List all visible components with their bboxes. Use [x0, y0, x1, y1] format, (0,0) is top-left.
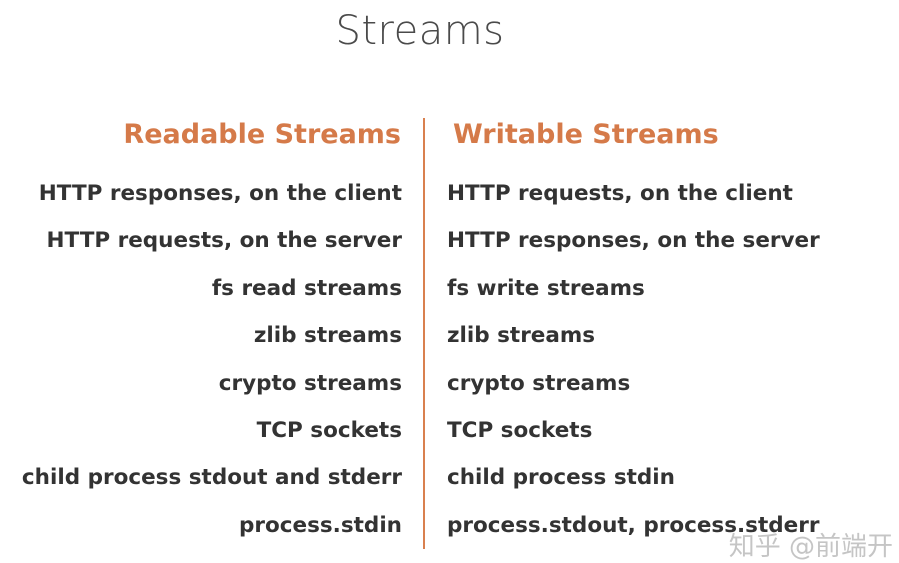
list-item: process.stdin	[239, 512, 402, 538]
writable-streams-heading: Writable Streams	[453, 119, 719, 150]
list-item: TCP sockets	[256, 417, 402, 443]
list-item: zlib streams	[253, 323, 402, 349]
watermark: 知乎 @前端开	[728, 532, 893, 562]
list-item: HTTP requests, on the client	[447, 181, 793, 206]
writable-streams-list: HTTP requests, on the client HTTP respon…	[447, 176, 820, 555]
list-item: crypto streams	[447, 370, 631, 396]
list-item: fs write streams	[447, 275, 645, 301]
list-item: TCP sockets	[447, 417, 593, 443]
list-item: HTTP responses, on the client	[38, 181, 402, 206]
list-item: HTTP requests, on the server	[46, 228, 402, 254]
list-item: crypto streams	[218, 370, 402, 396]
readable-streams-list: HTTP responses, on the client HTTP reque…	[22, 176, 402, 555]
list-item: HTTP responses, on the server	[447, 228, 820, 254]
readable-streams-heading: Readable Streams	[123, 119, 401, 150]
column-divider	[423, 118, 425, 549]
slide: Streams Readable Streams Writable Stream…	[0, 0, 899, 562]
list-item: fs read streams	[211, 275, 402, 301]
list-item: child process stdout and stderr	[21, 465, 402, 491]
slide-title: Streams	[335, 8, 505, 54]
list-item: child process stdin	[447, 465, 675, 491]
list-item: zlib streams	[447, 323, 596, 349]
